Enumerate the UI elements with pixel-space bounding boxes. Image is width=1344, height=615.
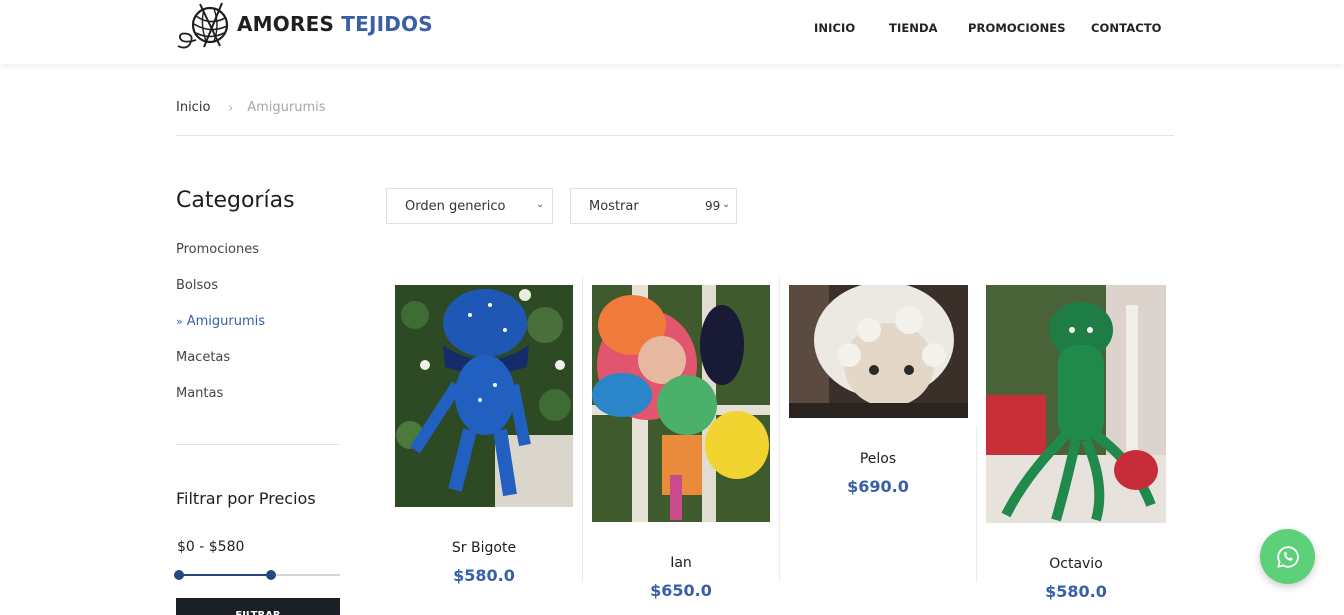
price-filter-title: Filtrar por Precios (176, 489, 316, 508)
category-item-bolsos[interactable]: Bolsos (176, 278, 265, 314)
price-slider-min-handle[interactable] (174, 570, 184, 580)
breadcrumb-separator: › (228, 100, 234, 115)
product-name[interactable]: Pelos (788, 451, 968, 467)
brand-name: AMORES TEJIDOS (237, 12, 433, 36)
product-image-pelos[interactable] (789, 285, 968, 418)
show-count-select[interactable]: Mostrar 99 ⌄ (570, 188, 737, 224)
breadcrumb-home-link[interactable]: Inicio (176, 100, 210, 115)
product-image-ian[interactable] (592, 285, 770, 522)
product-image-octavio[interactable] (986, 285, 1166, 523)
yarn-ball-logo-icon (177, 2, 229, 49)
category-item-promociones[interactable]: Promociones (176, 242, 265, 278)
grid-divider (779, 276, 780, 582)
nav-item-contacto[interactable]: CONTACTO (1091, 21, 1162, 35)
product-photo (395, 285, 573, 507)
breadcrumb: Inicio › Amigurumis (176, 100, 326, 115)
site-logo[interactable]: AMORES TEJIDOS (176, 0, 433, 50)
product-price: $690.0 (847, 477, 909, 496)
brand-name-part2: TEJIDOS (341, 12, 433, 36)
product-photo (986, 285, 1166, 523)
price-slider-fill (179, 574, 272, 576)
price-range-label: $0 - $580 (177, 539, 245, 555)
sort-select-value: Orden generico (405, 198, 506, 214)
show-count-value: 99 (705, 199, 721, 213)
category-label: Macetas (176, 350, 231, 365)
double-chevron-right-icon: » (176, 315, 183, 328)
breadcrumb-divider (176, 135, 1174, 136)
product-image-sr-bigote[interactable] (395, 285, 573, 507)
site-header: AMORES TEJIDOS INICIO TIENDA PROMOCIONES… (0, 0, 1344, 64)
product-price: $580.0 (453, 566, 515, 585)
nav-item-tienda[interactable]: TIENDA (889, 21, 938, 35)
category-label: Amigurumis (186, 314, 266, 329)
whatsapp-button[interactable] (1260, 529, 1315, 584)
grid-divider (976, 426, 977, 582)
show-count-label: Mostrar (589, 198, 639, 214)
chevron-down-icon: ⌄ (536, 199, 545, 210)
category-label: Promociones (176, 242, 259, 257)
category-item-amigurumis[interactable]: » Amigurumis (176, 314, 265, 350)
category-item-macetas[interactable]: Macetas (176, 350, 265, 386)
category-label: Mantas (176, 386, 224, 401)
category-item-mantas[interactable]: Mantas (176, 386, 265, 422)
whatsapp-icon (1276, 545, 1299, 568)
product-name[interactable]: Octavio (986, 556, 1166, 572)
category-label: Bolsos (176, 278, 218, 293)
chevron-down-icon: ⌄ (722, 199, 731, 210)
category-list: Promociones Bolsos » Amigurumis Macetas M… (176, 242, 265, 422)
filter-button[interactable]: FILTRAR (176, 598, 340, 615)
product-name[interactable]: Sr Bigote (394, 540, 574, 556)
sidebar-divider (176, 444, 340, 445)
product-price: $650.0 (650, 581, 712, 600)
product-price: $580.0 (1045, 582, 1107, 601)
nav-item-inicio[interactable]: INICIO (814, 21, 855, 35)
price-slider-max-handle[interactable] (266, 570, 276, 580)
grid-divider (582, 276, 583, 582)
product-name[interactable]: Ian (591, 555, 771, 571)
categories-title: Categorías (176, 188, 295, 213)
product-photo (592, 285, 770, 522)
brand-name-part1: AMORES (237, 12, 335, 36)
sort-select[interactable]: Orden generico ⌄ (386, 188, 553, 224)
breadcrumb-current: Amigurumis (247, 100, 326, 115)
nav-item-promociones[interactable]: PROMOCIONES (968, 21, 1066, 35)
product-photo (789, 285, 968, 418)
